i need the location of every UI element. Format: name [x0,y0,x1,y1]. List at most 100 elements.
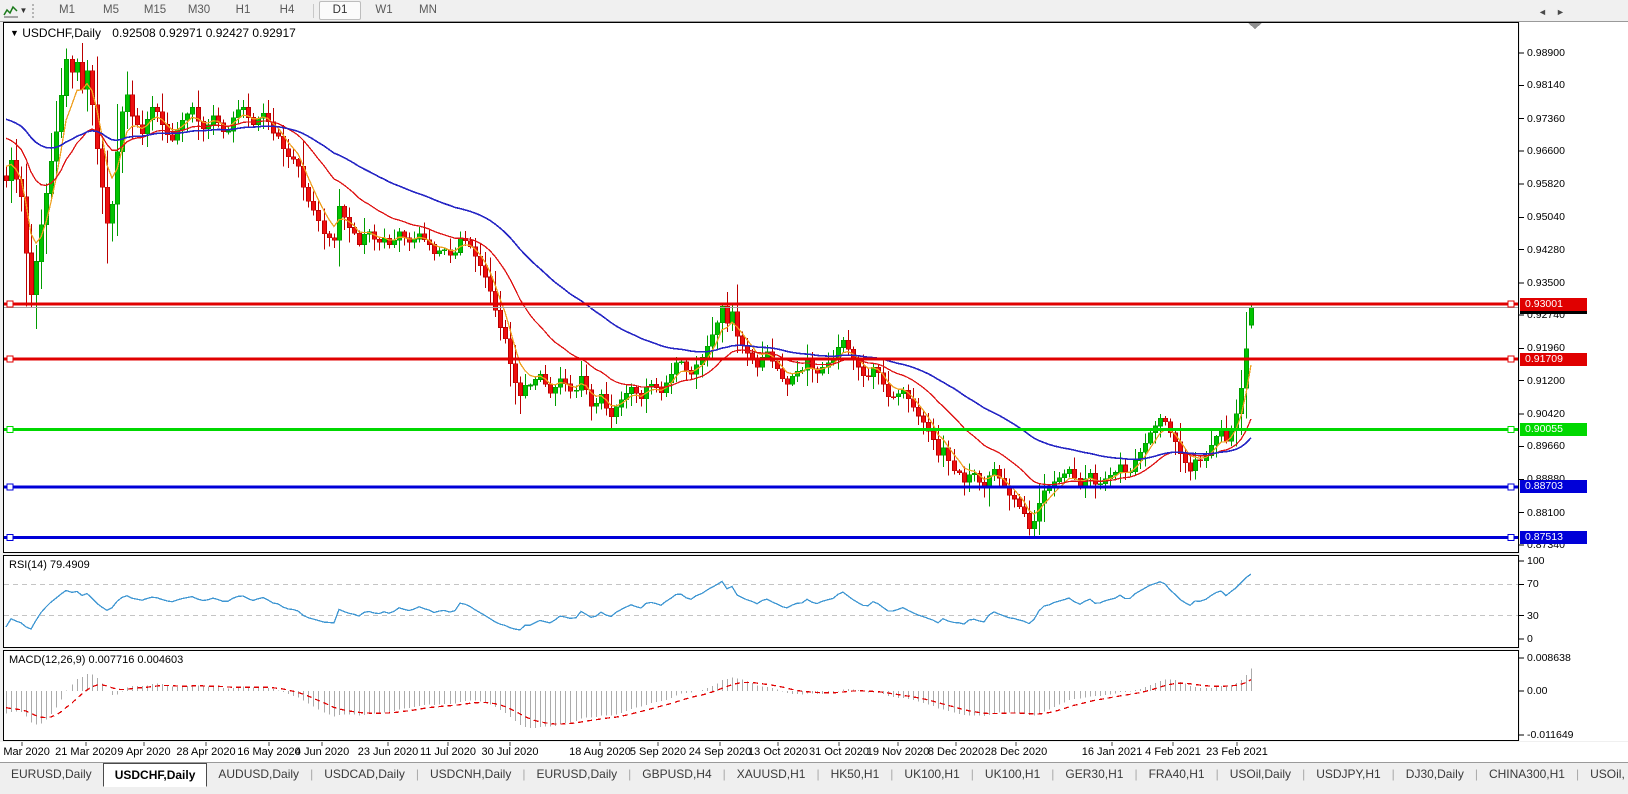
rsi-indicator-label: RSI(14) 79.4909 [9,559,90,571]
macd-axis-label: 0.008638 [1527,652,1571,664]
price-axis-label: 0.93500 [1527,277,1565,289]
hline-price-chip: 0.90055 [1520,423,1587,436]
line-handle [1508,535,1514,541]
price-axis-label: 0.89660 [1527,440,1565,452]
price-axis-label: 0.98140 [1527,79,1565,91]
date-label: 13 Oct 2020 [748,746,808,758]
date-label: 3 Mar 2020 [0,746,50,758]
date-label: 8 Dec 2020 [928,746,984,758]
date-label: 16 Jan 2021 [1082,746,1143,758]
chart-tab-usdcad-daily[interactable]: USDCAD,Daily [313,763,416,785]
rsi-axis-label: 70 [1527,578,1539,590]
price-axis-label: 0.94280 [1527,244,1565,256]
line-handle [7,356,13,362]
timeframe-button-m1[interactable]: M1 [46,1,88,20]
rsi-axis-label: 100 [1527,555,1545,567]
chart-ohlc-values: 0.92508 0.92971 0.92427 0.92917 [112,26,296,40]
date-label: 28 Dec 2020 [985,746,1047,758]
line-handle [7,301,13,307]
hline-price-chip: 0.87513 [1520,531,1587,544]
date-label: 30 Jul 2020 [482,746,539,758]
line-handle [7,535,13,541]
date-label: 16 May 2020 [237,746,301,758]
timeframe-button-mn[interactable]: MN [407,1,449,20]
price-axis-label: 0.95040 [1527,211,1565,223]
price-axis-label: 0.91200 [1527,375,1565,387]
price-axis-label: 0.95820 [1527,178,1565,190]
date-label: 11 Jul 2020 [420,746,476,758]
line-handle [1508,484,1514,490]
date-label: 21 Mar 2020 [55,746,117,758]
line-handle [7,484,13,490]
chevron-down-icon: ▼ [20,6,28,15]
toolbar: ▼ M1M5M15M30H1H4 D1W1MN [0,0,1628,22]
macd-panel[interactable] [3,650,1519,741]
chart-tab-china300-h1[interactable]: CHINA300,H1 [1478,763,1576,785]
chart-tab-usdjpy-h1[interactable]: USDJPY,H1 [1305,763,1391,785]
date-label: 5 Sep 2020 [630,746,686,758]
date-label: 23 Jun 2020 [358,746,419,758]
date-label: 9 Apr 2020 [117,746,170,758]
line-handle [7,426,13,432]
hline-price-chip: 0.93001 [1520,298,1587,311]
timeframe-button-w1[interactable]: W1 [363,1,405,20]
chart-tab-eurusd-daily[interactable]: EURUSD,Daily [0,763,103,785]
chart-tab-dj30-daily[interactable]: DJ30,Daily [1395,763,1475,785]
chart-tab-usoil[interactable]: USOil, [1579,763,1628,785]
date-label: 4 Jun 2020 [295,746,349,758]
timeframe-button-m30[interactable]: M30 [178,1,220,20]
chart-tab-uk100-h1[interactable]: UK100,H1 [893,763,970,785]
time-axis[interactable]: 3 Mar 2020 21 Mar 20209 Apr 2020 28 Apr 20… [0,742,1628,762]
chart-tab-xauusd-h1[interactable]: XAUUSD,H1 [726,763,817,785]
trading-platform-window: ▼ M1M5M15M30H1H4 D1W1MN ▼ USDCHF,Daily 0.… [0,0,1628,794]
tabs-scroll-left-arrow[interactable]: ◄ [1538,7,1547,17]
date-label: 31 Oct 2020 [809,746,869,758]
price-axis-label: 0.97360 [1527,113,1565,125]
chart-tab-eurusd-daily[interactable]: EURUSD,Daily [525,763,628,785]
indicators-icon[interactable]: ▼ [0,1,30,21]
date-label: 18 Aug 2020 [569,746,631,758]
chart-tab-audusd-daily[interactable]: AUDUSD,Daily [207,763,310,785]
timeframe-button-h1[interactable]: H1 [222,1,264,20]
macd-indicator-label: MACD(12,26,9) 0.007716 0.004603 [9,654,183,666]
price-chart-panel[interactable] [3,22,1519,553]
date-label: 28 Apr 2020 [176,746,235,758]
chart-tab-hk50-h1[interactable]: HK50,H1 [820,763,891,785]
chart-symbol-label: USDCHF,Daily [22,26,101,40]
toolbar-grip[interactable] [32,4,39,18]
chart-tab-gbpusd-h4[interactable]: GBPUSD,H4 [631,763,722,785]
chart-tab-ger30-h1[interactable]: GER30,H1 [1054,763,1134,785]
date-label: 24 Sep 2020 [689,746,751,758]
toolbar-separator [313,4,314,18]
price-axis-label: 0.96600 [1527,145,1565,157]
chart-title: ▼ USDCHF,Daily 0.92508 0.92971 0.92427 0… [10,26,296,40]
date-label: 19 Nov 2020 [867,746,929,758]
macd-axis-label: 0.00 [1527,685,1547,697]
date-label: 4 Feb 2021 [1145,746,1201,758]
hline-price-chip: 0.88703 [1520,480,1587,493]
rsi-axis-label: 0 [1527,633,1533,645]
rsi-panel[interactable] [3,555,1519,648]
chart-tab-usdchf-daily[interactable]: USDCHF,Daily [103,763,208,787]
timeframe-button-m5[interactable]: M5 [90,1,132,20]
timeframe-button-m15[interactable]: M15 [134,1,176,20]
line-chart-icon [3,4,19,18]
price-axis-label: 0.90420 [1527,408,1565,420]
price-axis-label: 0.98900 [1527,47,1565,59]
chart-tab-fra40-h1[interactable]: FRA40,H1 [1138,763,1216,785]
line-handle [1508,356,1514,362]
chart-tab-usdcnh-daily[interactable]: USDCNH,Daily [419,763,522,785]
timeframe-button-h4[interactable]: H4 [266,1,308,20]
macd-axis-label: -0.011649 [1527,729,1574,741]
price-axis-label: 0.88100 [1527,507,1565,519]
collapse-arrow-icon[interactable]: ▼ [10,28,19,38]
timeframe-toolbar: M1M5M15M30H1H4 D1W1MN [45,1,450,20]
tabs-scroll-right-arrow[interactable]: ► [1556,7,1565,17]
rsi-axis-label: 30 [1527,610,1539,622]
hline-price-chip: 0.91709 [1520,353,1587,366]
date-label: 23 Feb 2021 [1206,746,1268,758]
timeframe-button-d1[interactable]: D1 [319,1,361,20]
chart-tab-usoil-daily[interactable]: USOil,Daily [1219,763,1302,785]
line-handle [1508,426,1514,432]
chart-tab-uk100-h1[interactable]: UK100,H1 [974,763,1051,785]
